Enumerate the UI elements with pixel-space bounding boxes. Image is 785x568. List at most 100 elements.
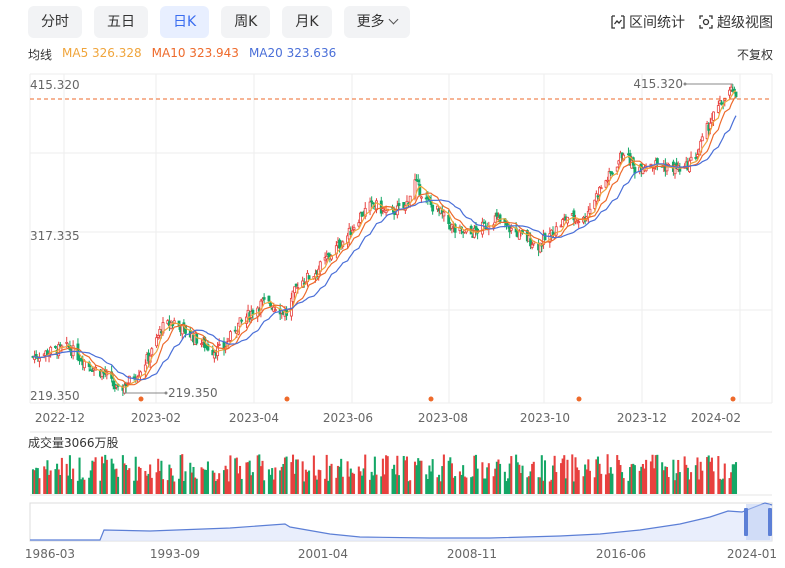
- volume-bar: [690, 472, 693, 494]
- volume-bar: [184, 471, 187, 494]
- candle-body: [716, 105, 720, 113]
- overview-handle-left[interactable]: [744, 508, 748, 536]
- candle-body: [442, 211, 446, 217]
- volume-bar: [723, 463, 726, 494]
- volume-bar: [263, 480, 266, 494]
- kline-chart[interactable]: 415.320 219.350 415.320 317.335 219.350 2022…: [0, 0, 785, 568]
- volume-bar: [409, 480, 412, 494]
- candle-body: [588, 208, 592, 214]
- volume-bar: [386, 456, 389, 494]
- candle-body: [54, 345, 57, 348]
- candle-body: [58, 344, 62, 347]
- candle-body: [419, 196, 423, 199]
- candle-body: [700, 136, 704, 142]
- volume-bar: [206, 461, 209, 494]
- overview-x-label-3: 2008-11: [447, 547, 497, 561]
- candle-body: [371, 202, 375, 205]
- volume-bars-layer: [31, 454, 738, 494]
- x-axis-label-4: 2023-08: [418, 411, 468, 425]
- candle-body: [610, 172, 614, 175]
- volume-bar: [588, 470, 591, 494]
- event-dot-2: [428, 396, 434, 402]
- candle-body: [325, 255, 329, 260]
- candle-body: [482, 221, 486, 224]
- volume-bar: [442, 454, 445, 494]
- x-axis-label-1: 2023-02: [131, 411, 181, 425]
- volume-bar: [352, 473, 356, 494]
- candle-body: [307, 275, 311, 280]
- volume-bar: [566, 459, 569, 494]
- volume-bar: [532, 461, 535, 494]
- overview-handle-right[interactable]: [768, 508, 772, 536]
- volume-bar: [251, 472, 254, 494]
- overview-navigator: 1986-03 1993-09 2001-04 2008-11 2016-06 2024-…: [25, 502, 777, 561]
- grid-lines: [29, 73, 773, 404]
- volume-bar: [128, 468, 131, 494]
- ma5-line: [32, 90, 737, 388]
- volume-bar: [60, 457, 63, 494]
- volume-bar: [678, 472, 681, 494]
- x-axis-label-6: 2023-12: [617, 411, 667, 425]
- volume-bar: [375, 474, 378, 494]
- candle-body: [594, 193, 598, 202]
- volume-bar: [633, 465, 636, 494]
- volume-bar: [117, 476, 120, 494]
- candle-body: [352, 227, 356, 230]
- volume-bar: [72, 468, 75, 494]
- candle-body: [273, 309, 277, 311]
- overview-x-label-1: 1993-09: [150, 547, 200, 561]
- volume-bar: [319, 470, 322, 494]
- volume-bar: [240, 478, 243, 494]
- volume-bar: [611, 473, 614, 494]
- extreme-markers: 415.320 219.350: [30, 77, 772, 402]
- candle-body: [195, 333, 199, 344]
- moving-average-lines: [32, 90, 737, 388]
- volume-bar: [94, 457, 97, 494]
- volume-bar: [229, 455, 232, 494]
- candle-body: [665, 166, 669, 172]
- volume-bar: [274, 467, 277, 494]
- candle-body: [431, 204, 435, 212]
- candle-body: [493, 215, 497, 223]
- volume-bar: [521, 465, 524, 494]
- candle-body: [416, 179, 420, 183]
- volume-bar: [600, 473, 603, 494]
- volume-bar: [622, 478, 625, 494]
- volume-bar: [499, 463, 502, 494]
- volume-bar: [656, 454, 659, 494]
- y-axis-label-2: 219.350: [30, 389, 80, 403]
- volume-bar: [476, 468, 479, 494]
- candle-body: [596, 195, 600, 198]
- volume-bar: [341, 476, 344, 494]
- overview-selection: [746, 504, 770, 540]
- candle-body: [293, 286, 297, 294]
- volume-bar: [83, 479, 86, 494]
- candle-body: [728, 89, 732, 96]
- candle-body: [350, 229, 354, 233]
- event-dot-4: [730, 396, 736, 402]
- candle-body: [370, 200, 374, 203]
- candle-body: [732, 88, 736, 91]
- y-axis-label-0: 415.320: [30, 78, 80, 92]
- candle-body: [228, 331, 232, 341]
- volume-bar: [454, 476, 457, 494]
- high-marker-label: 415.320: [633, 77, 683, 91]
- volume-bar: [510, 456, 513, 494]
- volume-bar: [296, 459, 299, 494]
- volume-bar: [487, 463, 490, 494]
- overview-x-label-4: 2016-06: [596, 547, 646, 561]
- volume-bar: [577, 470, 580, 494]
- volume-bar: [195, 478, 198, 494]
- candle-body: [543, 233, 547, 241]
- candle-body: [240, 319, 244, 322]
- candle-body: [294, 283, 298, 287]
- candle-body: [200, 343, 203, 345]
- x-axis-label-5: 2023-10: [520, 411, 570, 425]
- candle-body: [495, 212, 499, 217]
- volume-bar: [397, 475, 400, 494]
- candle-body: [694, 157, 698, 159]
- candle-body: [599, 187, 603, 190]
- volume-bar: [38, 478, 41, 494]
- volume-bar: [431, 459, 434, 494]
- candle-body: [150, 348, 154, 356]
